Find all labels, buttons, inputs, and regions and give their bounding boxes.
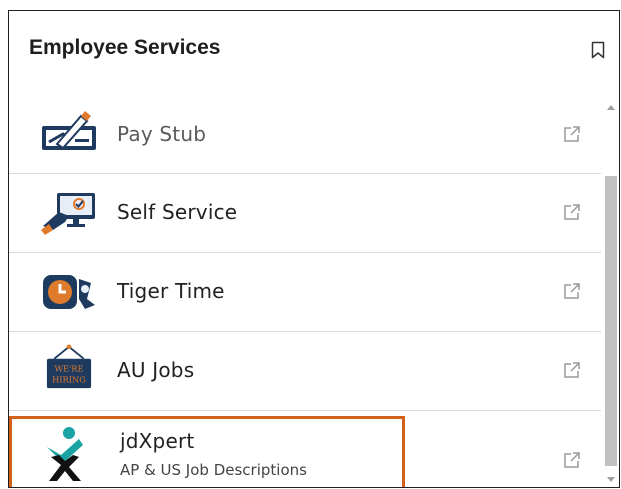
computer-touch-icon: [41, 193, 95, 235]
scrollbar-thumb[interactable]: [605, 176, 617, 466]
jdxpert-logo-icon: [47, 427, 83, 481]
external-link-icon[interactable]: [563, 451, 581, 469]
panel-title: Employee Services: [29, 36, 221, 59]
item-label: Pay Stub: [117, 122, 207, 146]
sign-text-line1: WE'RE: [54, 364, 83, 374]
item-label: AU Jobs: [117, 358, 195, 382]
sign-text-line2: HIRING: [52, 375, 86, 385]
external-link-icon[interactable]: [563, 203, 581, 221]
list-item-tiger-time[interactable]: Tiger Time: [9, 253, 601, 332]
list-item-jdxpert[interactable]: jdXpert AP & US Job Descriptions: [9, 416, 405, 487]
employee-services-panel: Employee Services Pay Stub Self Service …: [8, 10, 620, 488]
were-hiring-sign-icon: WE'RE HIRING: [46, 344, 92, 389]
list-item-pay-stub[interactable]: Pay Stub: [9, 96, 601, 174]
item-label: jdXpert: [120, 429, 195, 453]
list-item-au-jobs[interactable]: WE'RE HIRING AU Jobs: [9, 332, 601, 411]
external-link-icon[interactable]: [563, 282, 581, 300]
bookmark-icon[interactable]: [591, 41, 605, 59]
paycheck-icon: [42, 111, 96, 150]
panel-header: Employee Services: [9, 11, 619, 91]
list-item-self-service[interactable]: Self Service: [9, 174, 601, 253]
item-label: Self Service: [117, 200, 238, 224]
external-link-icon[interactable]: [563, 361, 581, 379]
scroll-up-arrow-icon[interactable]: [607, 105, 615, 110]
services-list: Pay Stub Self Service Tiger Time WE'RE H…: [9, 96, 601, 487]
item-label: Tiger Time: [117, 279, 225, 303]
external-link-icon[interactable]: [563, 125, 581, 143]
clock-badge-icon: [43, 275, 95, 309]
scroll-down-arrow-icon[interactable]: [607, 477, 615, 482]
item-sublabel: AP & US Job Descriptions: [120, 461, 307, 479]
